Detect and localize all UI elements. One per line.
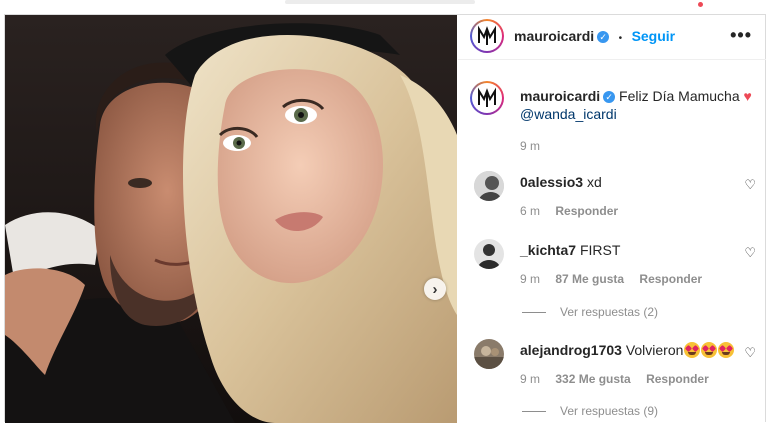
view-replies-button[interactable]: Ver respuestas (2): [522, 305, 658, 319]
comment-text: FIRST: [579, 242, 621, 258]
caption-avatar[interactable]: [470, 81, 504, 115]
heart-eyes-emoji-icon: [718, 342, 735, 358]
replies-divider: [522, 410, 546, 412]
verified-badge-icon: ✓: [597, 31, 610, 43]
comment-avatar[interactable]: [474, 339, 504, 369]
heart-eyes-emoji-icon: [684, 342, 701, 358]
author-username[interactable]: mauroicardi: [514, 28, 594, 44]
view-replies-button[interactable]: Ver respuestas (9): [522, 404, 658, 418]
comment-likes[interactable]: 332 Me gusta: [555, 372, 630, 386]
post-header: mauroicardi ✓ • Seguir •••: [458, 15, 766, 60]
comment-item: _kichta7 FIRST 9 m 87 Me gusta Responder: [520, 241, 756, 286]
mi-logo-icon: [478, 25, 496, 45]
mi-logo-icon: [478, 87, 496, 107]
browser-top-strip: [0, 0, 770, 14]
comment-avatar[interactable]: [474, 171, 504, 201]
comment-item: alejandrog1703 Volvieron 9 m 332 Me gust…: [520, 341, 756, 386]
view-replies-label: Ver respuestas (2): [560, 305, 659, 319]
like-comment-icon[interactable]: ♡: [744, 177, 756, 193]
instagram-post: › mauroicardi ✓ • Seguir ••• mauroicardi…: [4, 14, 766, 423]
caption-text: Feliz Día Mamucha: [619, 88, 740, 104]
profile-photo: [474, 171, 504, 201]
author-avatar[interactable]: [470, 19, 504, 53]
reply-button[interactable]: Responder: [555, 204, 618, 218]
reply-button[interactable]: Responder: [639, 272, 702, 286]
comment-time[interactable]: 6 m: [520, 204, 540, 218]
post-photo[interactable]: ›: [5, 15, 457, 423]
post-sidebar: mauroicardi ✓ • Seguir ••• mauroicardi ✓ F…: [458, 15, 766, 423]
reply-button[interactable]: Responder: [646, 372, 709, 386]
more-options-icon[interactable]: •••: [730, 25, 752, 46]
caption: mauroicardi ✓ Feliz Día Mamucha ♥ @wanda_…: [520, 87, 756, 153]
comment-time[interactable]: 9 m: [520, 372, 540, 386]
like-comment-icon[interactable]: ♡: [744, 345, 756, 361]
comment-username[interactable]: _kichta7: [520, 242, 576, 258]
caption-mention[interactable]: @wanda_icardi: [520, 106, 617, 122]
red-heart-icon: ♥: [743, 88, 752, 104]
caption-time[interactable]: 9 m: [520, 139, 540, 153]
profile-photo: [474, 239, 504, 269]
comment-item: 0alessio3 xd 6 m Responder: [520, 173, 730, 218]
notification-dot: [698, 2, 703, 7]
comment-meta: 6 m Responder: [520, 204, 730, 218]
replies-divider: [522, 311, 546, 313]
comment-username[interactable]: 0alessio3: [520, 174, 583, 190]
carousel-next-button[interactable]: ›: [424, 278, 446, 300]
comment-time[interactable]: 9 m: [520, 272, 540, 286]
comment-text: xd: [586, 174, 602, 190]
caption-username[interactable]: mauroicardi: [520, 88, 600, 104]
comment-avatar[interactable]: [474, 239, 504, 269]
header-user: mauroicardi ✓ • Seguir: [514, 28, 675, 46]
dot-separator: •: [618, 33, 623, 44]
profile-photo: [474, 339, 504, 369]
verified-badge-icon: ✓: [603, 91, 616, 103]
comment-meta: 9 m 332 Me gusta Responder: [520, 372, 756, 386]
like-comment-icon[interactable]: ♡: [744, 245, 756, 261]
follow-button[interactable]: Seguir: [632, 28, 676, 44]
top-strip-placeholder: [285, 0, 475, 4]
comment-username[interactable]: alejandrog1703: [520, 342, 622, 358]
comment-meta: 9 m 87 Me gusta Responder: [520, 272, 756, 286]
comment-likes[interactable]: 87 Me gusta: [555, 272, 624, 286]
comment-text: Volvieron: [625, 342, 684, 358]
heart-eyes-emoji-icon: [701, 342, 718, 358]
view-replies-label: Ver respuestas (9): [560, 404, 659, 418]
chevron-right-icon: ›: [432, 280, 438, 298]
caption-meta: 9 m: [520, 139, 756, 153]
selfie-image: [5, 15, 457, 423]
